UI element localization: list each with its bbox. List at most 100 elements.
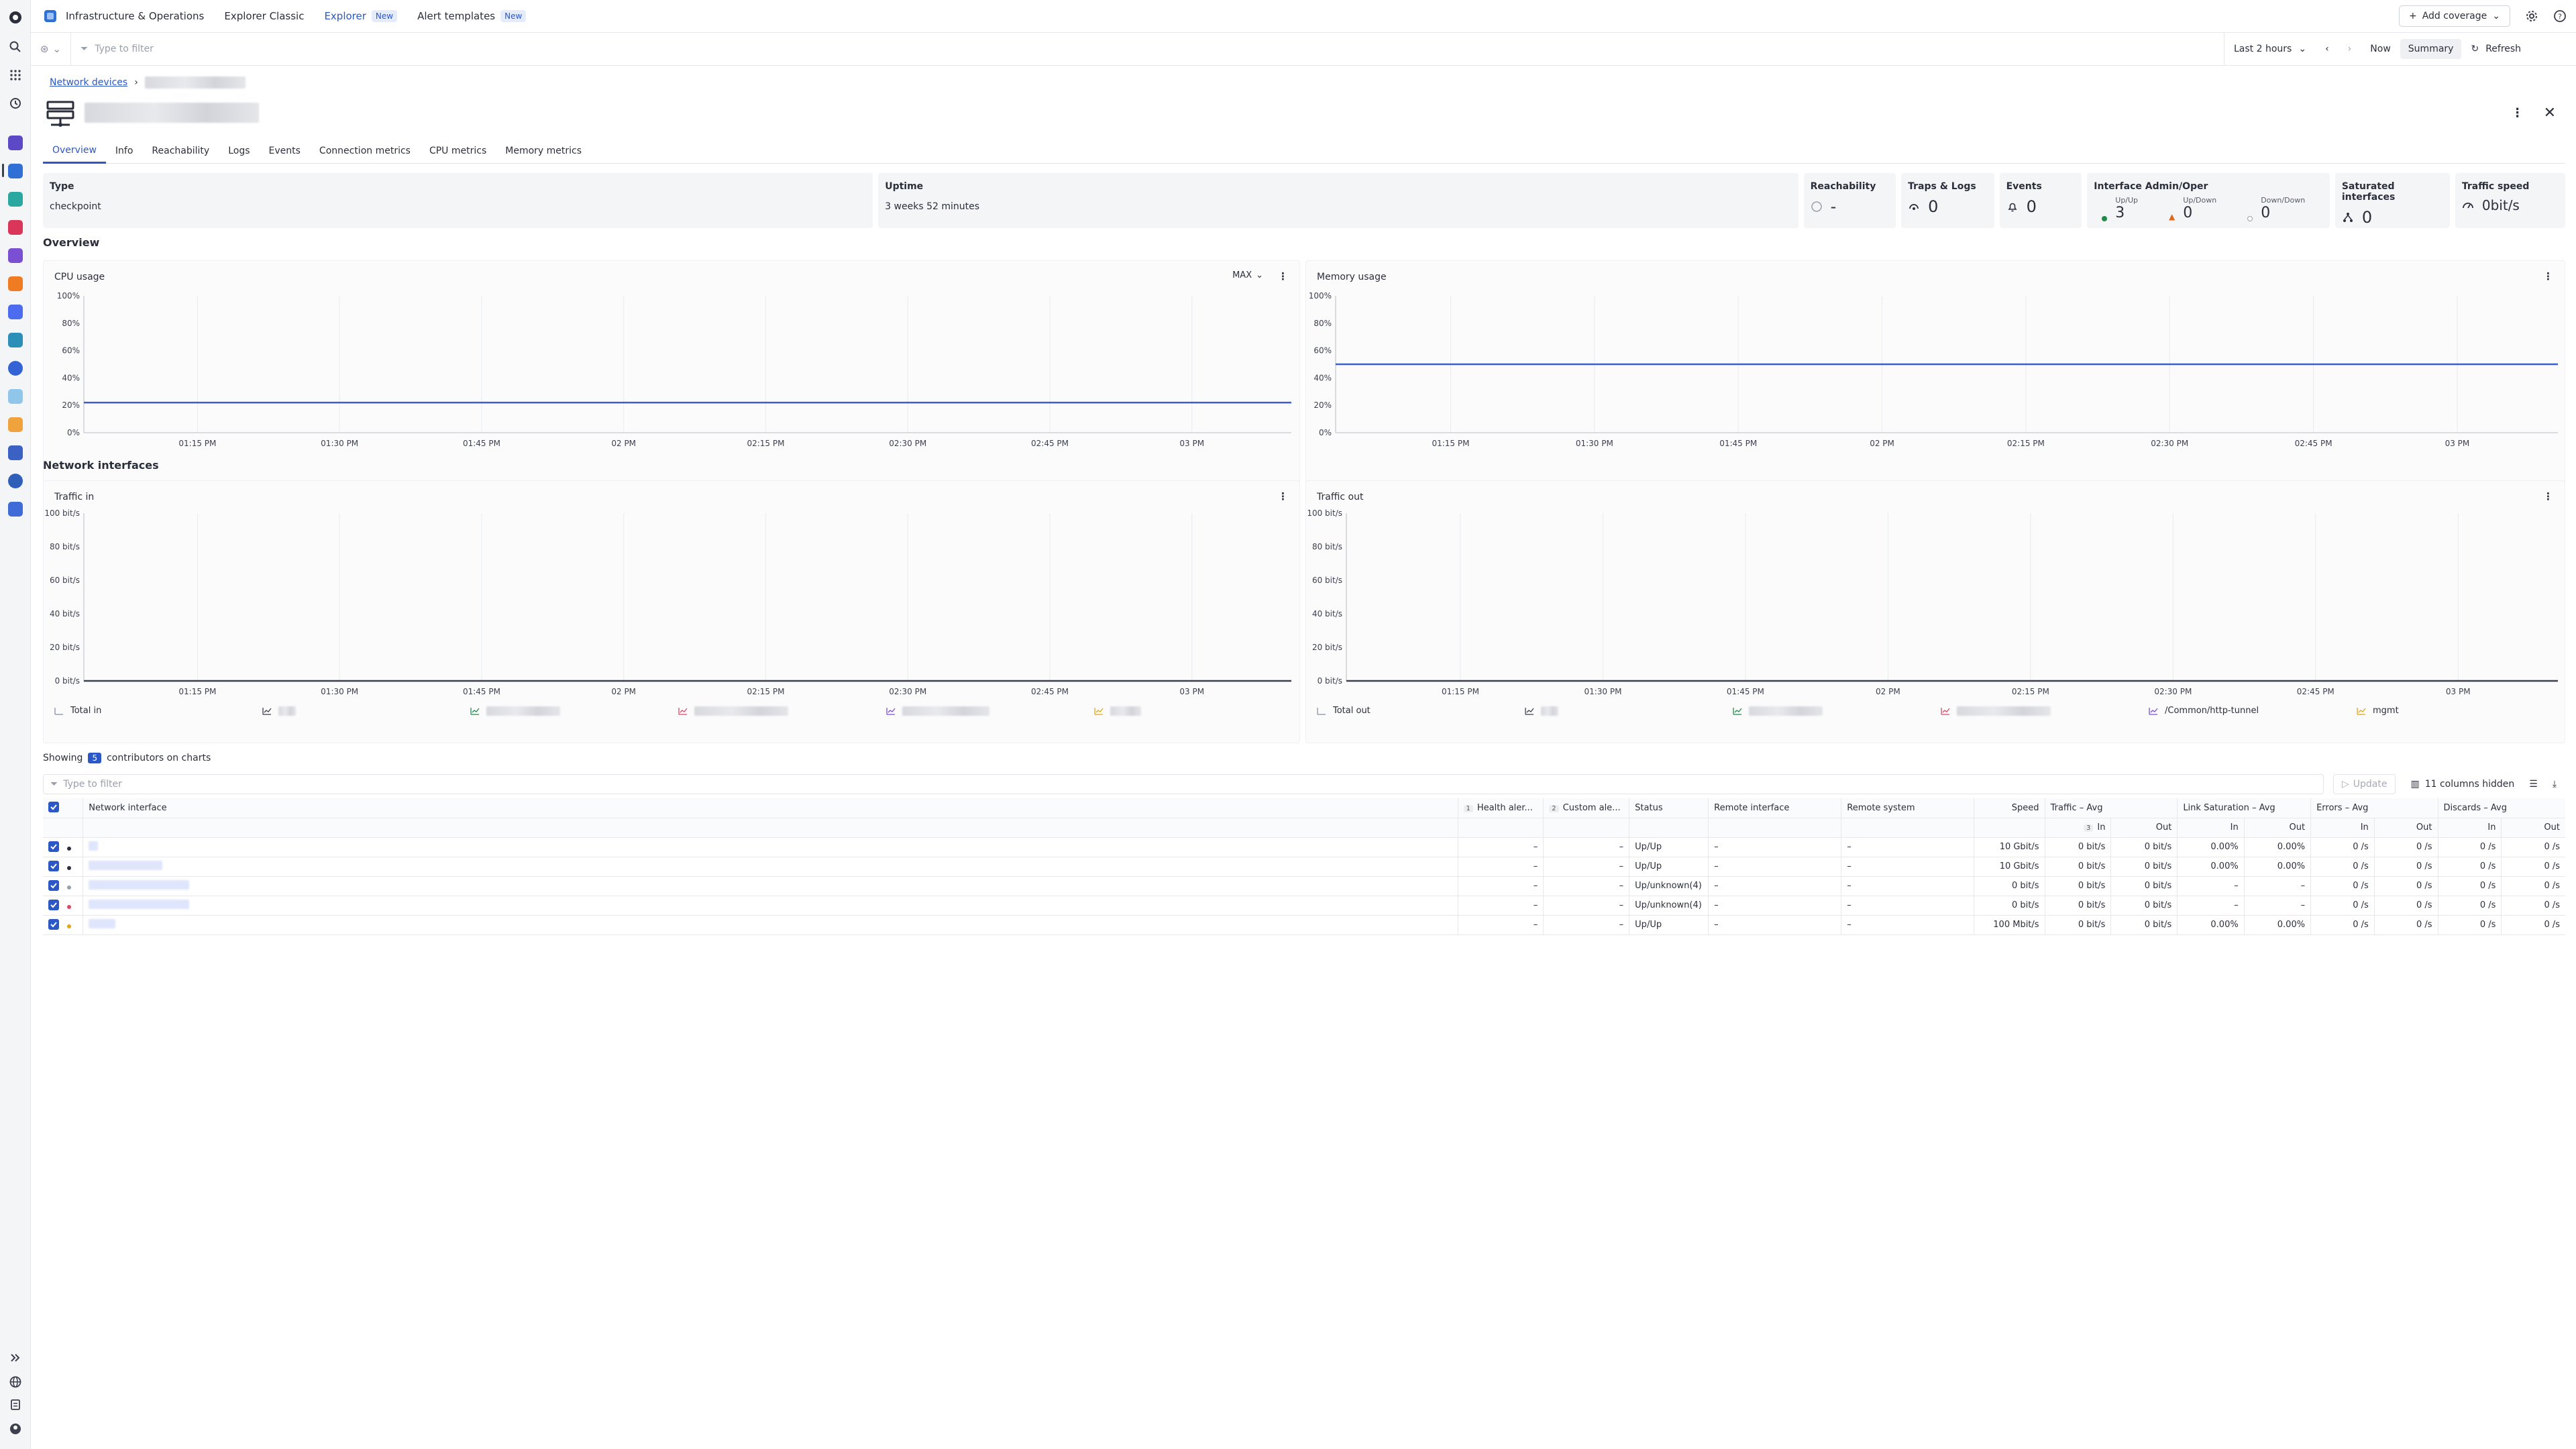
timeframe-next-button[interactable]: ›: [2339, 33, 2361, 65]
globe-icon[interactable]: [7, 1374, 23, 1390]
saturated-interfaces-card[interactable]: Saturated interfaces 0: [2334, 173, 2450, 228]
col-errors-out[interactable]: Out: [2374, 818, 2438, 838]
timeframe-selector[interactable]: Last 2 hours ⌄: [2224, 33, 2316, 65]
legend-item-interface[interactable]: [1525, 706, 1733, 716]
legend-item-http-tunnel[interactable]: /Common/http-tunnel: [2149, 706, 2357, 716]
interface-name-cell[interactable]: [83, 837, 1458, 857]
app-icon-9[interactable]: [8, 361, 23, 376]
expand-rail-icon[interactable]: [7, 1350, 23, 1366]
tab-info[interactable]: Info: [106, 138, 143, 164]
col-link-saturation-avg[interactable]: Link Saturation – Avg: [2177, 798, 2312, 818]
app-icon-1[interactable]: [8, 136, 23, 150]
col-remote-interface[interactable]: Remote interface: [1708, 798, 1842, 818]
col-remote-system[interactable]: Remote system: [1841, 798, 1975, 818]
interface-name-cell[interactable]: [83, 876, 1458, 896]
col-link-in[interactable]: In: [2177, 818, 2245, 838]
legend-item-mgmt[interactable]: mgmt: [2357, 706, 2565, 716]
traps-logs-card[interactable]: Traps & Logs 0: [1901, 173, 1994, 228]
notebook-icon[interactable]: [7, 1397, 23, 1413]
table-row[interactable]: – – Up/unknown(4) – –0 bit/s 0 bit/s 0 bit/s – –…: [43, 896, 2565, 916]
nav-explorer-classic[interactable]: Explorer Classic: [224, 10, 304, 22]
search-icon[interactable]: [7, 39, 23, 55]
panel-more-options-icon[interactable]: ⋮: [1278, 270, 1289, 284]
tab-logs[interactable]: Logs: [219, 138, 259, 164]
interface-name-cell[interactable]: [83, 857, 1458, 877]
reachability-card[interactable]: Reachability -: [1803, 173, 1896, 228]
legend-item-interface[interactable]: [1941, 706, 2149, 716]
legend-item-interface[interactable]: [470, 706, 678, 716]
apps-grid-icon[interactable]: [7, 67, 23, 83]
timeframe-prev-button[interactable]: ‹: [2316, 33, 2339, 65]
now-button[interactable]: Now: [2361, 33, 2400, 65]
col-status[interactable]: Status: [1629, 798, 1709, 818]
row-checkbox[interactable]: [48, 899, 59, 910]
events-card[interactable]: Events 0: [1999, 173, 2082, 228]
col-custom-alerts[interactable]: 2 Custom ale...: [1543, 798, 1630, 818]
tab-connection-metrics[interactable]: Connection metrics: [310, 138, 420, 164]
settings-gear-icon[interactable]: [2525, 9, 2538, 23]
app-icon-13[interactable]: [8, 474, 23, 488]
table-row[interactable]: – – Up/unknown(4) – –0 bit/s 0 bit/s 0 bit/s – –…: [43, 876, 2565, 896]
table-row[interactable]: – – Up/Up – –10 Gbit/s 0 bit/s 0 bit/s 0.00% 0.0…: [43, 837, 2565, 857]
download-icon[interactable]: ⤓: [2553, 779, 2557, 790]
app-icon-11[interactable]: [8, 417, 23, 432]
panel-more-options-icon[interactable]: ⋮: [1278, 490, 1289, 504]
aggregation-selector[interactable]: MAX ⌄: [1232, 270, 1263, 280]
table-row[interactable]: – – Up/Up – –100 Mbit/s 0 bit/s 0 bit/s 0.00% 0.…: [43, 915, 2565, 935]
col-discards-in[interactable]: In: [2438, 818, 2502, 838]
app-icon-5[interactable]: [8, 248, 23, 263]
row-checkbox[interactable]: [48, 879, 59, 891]
row-select-cell[interactable]: [43, 896, 84, 916]
interface-name-cell[interactable]: [83, 915, 1458, 935]
row-select-cell[interactable]: [43, 837, 84, 857]
dynatrace-logo-icon[interactable]: [7, 9, 23, 25]
app-icon-14[interactable]: [8, 502, 23, 517]
panel-more-options-icon[interactable]: ⋮: [2543, 270, 2554, 284]
tab-overview[interactable]: Overview: [43, 138, 106, 164]
app-icon-3[interactable]: [8, 192, 23, 207]
col-discards-avg[interactable]: Discards – Avg: [2438, 798, 2565, 818]
row-select-cell[interactable]: [43, 857, 84, 877]
app-icon-4[interactable]: [8, 220, 23, 235]
col-network-interface[interactable]: Network interface: [83, 798, 1458, 818]
refresh-button[interactable]: ↻ Refresh: [2461, 33, 2530, 65]
table-row[interactable]: – – Up/Up – –10 Gbit/s 0 bit/s 0 bit/s 0.00% 0.0…: [43, 857, 2565, 877]
col-speed[interactable]: Speed: [1974, 798, 2045, 818]
app-icon-7[interactable]: [8, 305, 23, 319]
filter-input[interactable]: ⏷ Type to filter: [71, 33, 2224, 65]
app-icon-8[interactable]: [8, 333, 23, 347]
row-checkbox[interactable]: [48, 860, 59, 871]
user-avatar-icon[interactable]: [7, 1421, 23, 1437]
close-icon[interactable]: ✕: [2544, 105, 2556, 121]
help-icon[interactable]: ?: [2553, 9, 2567, 23]
tab-events[interactable]: Events: [260, 138, 310, 164]
legend-item-interface[interactable]: [886, 706, 1094, 716]
legend-item-total-in[interactable]: Total in: [54, 706, 262, 716]
add-coverage-button[interactable]: + Add coverage ⌄: [2398, 5, 2510, 27]
col-errors-in[interactable]: In: [2310, 818, 2375, 838]
col-discards-out[interactable]: Out: [2501, 818, 2565, 838]
tab-memory-metrics[interactable]: Memory metrics: [496, 138, 591, 164]
traffic-speed-card[interactable]: Traffic speed 0bit/s: [2455, 173, 2565, 228]
col-errors-avg[interactable]: Errors – Avg: [2310, 798, 2438, 818]
legend-item-interface[interactable]: [678, 706, 886, 716]
tab-cpu-metrics[interactable]: CPU metrics: [420, 138, 496, 164]
row-checkbox[interactable]: [48, 918, 59, 930]
table-filter-input[interactable]: ⏷ Type to filter: [43, 774, 2324, 794]
legend-item-interface[interactable]: [1733, 706, 1941, 716]
select-all-cell[interactable]: [43, 798, 84, 818]
col-link-out[interactable]: Out: [2244, 818, 2312, 838]
table-settings-icon[interactable]: ☰: [2529, 779, 2538, 790]
nav-explorer[interactable]: Explorer New: [324, 10, 398, 22]
update-button[interactable]: ▷ Update: [2333, 774, 2396, 794]
app-icon-10[interactable]: [8, 389, 23, 404]
nav-alert-templates[interactable]: Alert templates New: [417, 10, 527, 22]
legend-item-total-out[interactable]: Total out: [1317, 706, 1525, 716]
select-all-checkbox[interactable]: [48, 802, 59, 813]
col-traffic-out[interactable]: Out: [2110, 818, 2178, 838]
row-select-cell[interactable]: [43, 915, 84, 935]
interface-admin-oper-card[interactable]: Interface Admin/Oper Up/Up 3 ▲ Up/Down 0 Do…: [2087, 173, 2330, 228]
interface-name-cell[interactable]: [83, 896, 1458, 916]
legend-item-interface[interactable]: [262, 706, 470, 716]
row-select-cell[interactable]: [43, 876, 84, 896]
